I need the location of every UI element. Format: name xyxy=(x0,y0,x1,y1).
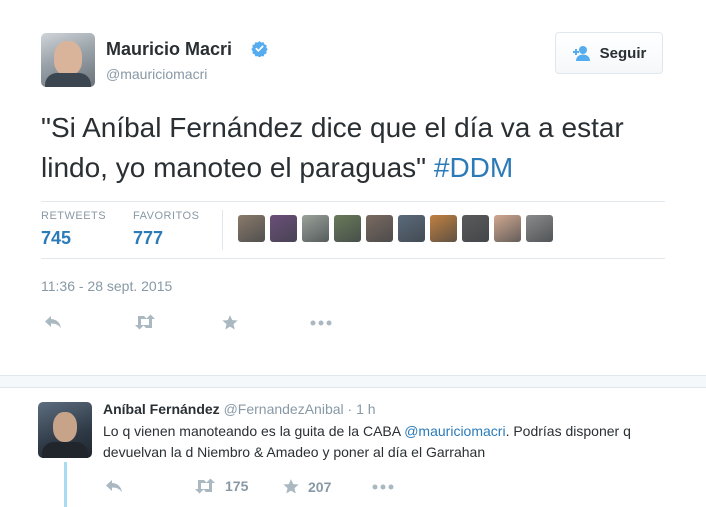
reply-icon[interactable] xyxy=(43,314,63,330)
retweet-icon[interactable] xyxy=(133,314,157,330)
follow-label: Seguir xyxy=(599,44,647,62)
favoriter-avatar[interactable] xyxy=(366,215,393,242)
favoriter-avatar[interactable] xyxy=(494,215,521,242)
reply-retweet-button[interactable]: 175 xyxy=(193,478,248,494)
favorite-icon[interactable] xyxy=(221,314,239,331)
favoriter-avatar[interactable] xyxy=(270,215,297,242)
favoriter-avatar[interactable] xyxy=(462,215,489,242)
favorites-count[interactable]: 777 xyxy=(133,228,163,249)
avatar-face xyxy=(54,41,82,75)
thread-line xyxy=(64,462,67,507)
tweet-timestamp[interactable]: 11:36 - 28 sept. 2015 xyxy=(41,278,172,294)
avatar-shirt xyxy=(42,442,88,458)
more-icon[interactable] xyxy=(310,314,332,330)
favoriter-avatar[interactable] xyxy=(238,215,265,242)
avatar-shirt xyxy=(45,73,91,87)
retweets-label: RETWEETS xyxy=(41,210,107,222)
tweet-body: "Si Aníbal Fernández dice que el día va … xyxy=(41,112,624,183)
tweet-text: "Si Aníbal Fernández dice que el día va … xyxy=(41,108,681,188)
stats-vertical-divider xyxy=(222,210,223,250)
author-avatar[interactable] xyxy=(41,33,95,87)
retweet-icon xyxy=(195,478,215,494)
favoriter-avatar[interactable] xyxy=(430,215,457,242)
reply-author-avatar[interactable] xyxy=(38,402,92,458)
author-handle[interactable]: @mauriciomacri xyxy=(106,66,207,82)
favoriter-avatar[interactable] xyxy=(302,215,329,242)
verified-badge-icon xyxy=(251,41,268,57)
stats-bottom-divider xyxy=(41,258,665,259)
reply-favorite-count: 207 xyxy=(308,478,332,495)
follow-user-icon xyxy=(572,46,590,61)
reply-author-handle[interactable]: @FernandezAnibal xyxy=(224,401,344,417)
reply-separator: · xyxy=(347,401,353,417)
reply-icon xyxy=(106,480,122,493)
more-icon xyxy=(372,484,394,490)
reply-text: Lo q vienen manoteando es la guita de la… xyxy=(103,421,663,463)
author-name[interactable]: Mauricio Macri xyxy=(106,39,232,60)
retweets-count[interactable]: 745 xyxy=(41,228,71,249)
reply-retweet-count: 175 xyxy=(225,478,249,494)
favoriter-avatar[interactable] xyxy=(526,215,553,242)
reply-text-before: Lo q vienen manoteando es la guita de la… xyxy=(103,423,405,439)
favoriters-avatar-list xyxy=(238,215,553,242)
reply-favorite-button[interactable]: 207 xyxy=(282,478,331,495)
reply-reply-button[interactable] xyxy=(104,478,124,494)
conversation-divider xyxy=(0,375,706,388)
follow-button[interactable]: Seguir xyxy=(555,32,663,74)
hashtag-link[interactable]: #DDM xyxy=(434,152,513,183)
favoriter-avatar[interactable] xyxy=(398,215,425,242)
reply-mention-link[interactable]: @mauriciomacri xyxy=(404,423,505,439)
stats-top-divider xyxy=(41,201,665,202)
reply-header: Aníbal Fernández @FernandezAnibal · 1 h xyxy=(103,401,376,417)
reply-time[interactable]: 1 h xyxy=(356,401,375,417)
favorites-label: FAVORITOS xyxy=(133,210,200,222)
reply-author-name[interactable]: Aníbal Fernández xyxy=(103,401,220,417)
avatar-face xyxy=(53,412,77,442)
favorite-icon xyxy=(283,479,299,494)
reply-more-button[interactable] xyxy=(372,478,394,494)
favoriter-avatar[interactable] xyxy=(334,215,361,242)
